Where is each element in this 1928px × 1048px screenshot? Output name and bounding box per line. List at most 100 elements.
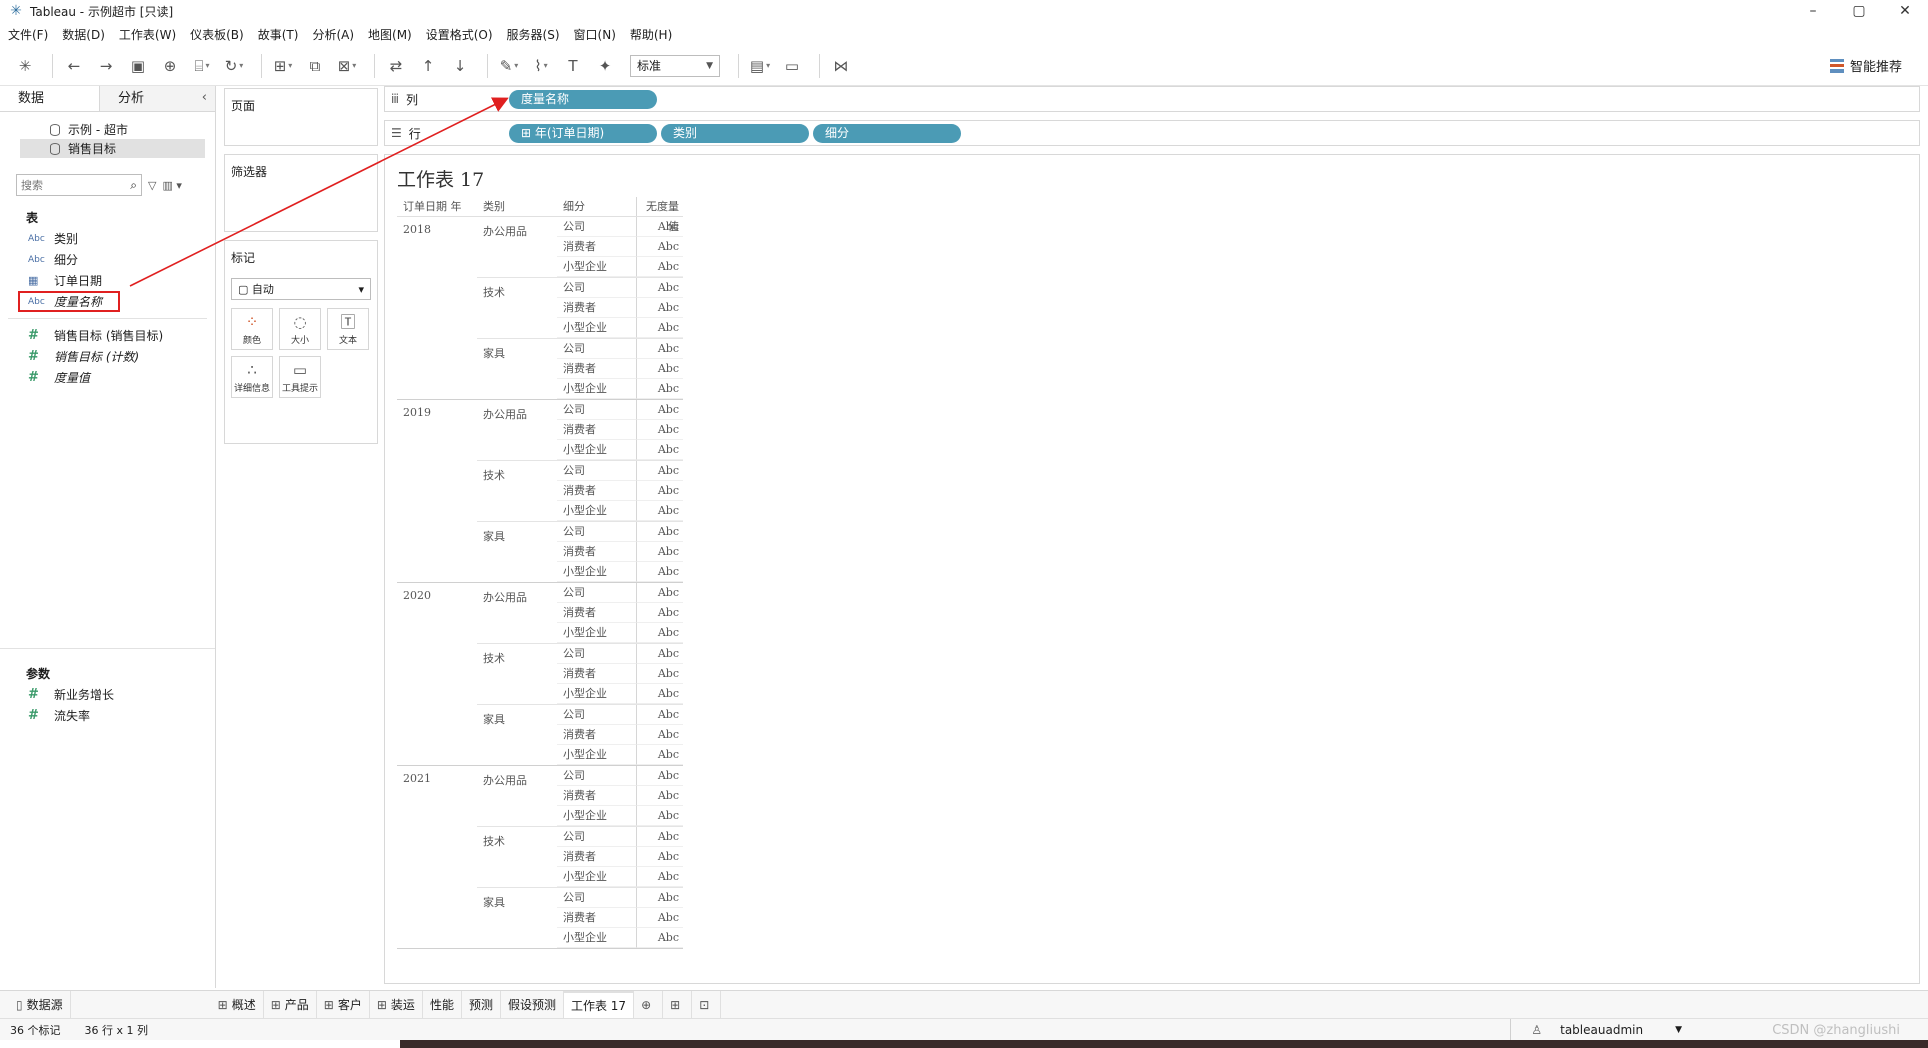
show-me-button[interactable]: 智能推荐 [1829,56,1902,75]
value-cell[interactable]: Abc [637,359,683,379]
field-search-box[interactable]: ⌕ [16,174,142,196]
table-row[interactable]: 消费者 Abc [557,908,683,928]
presentation-mode-icon[interactable]: ▭ [779,53,805,79]
table-row[interactable]: 公司 Abc [557,217,683,237]
table-row[interactable]: 消费者 Abc [557,847,683,867]
table-row[interactable]: 公司 Abc [557,888,683,908]
menu-format[interactable]: 设置格式(O) [426,26,493,43]
value-cell[interactable]: Abc [637,522,683,542]
segment-header[interactable]: 公司 [557,827,637,847]
menu-data[interactable]: 数据(D) [62,26,105,43]
field-measure-names[interactable]: Abc 度量名称 [18,291,120,312]
save-icon[interactable]: ▣ [125,53,151,79]
close-button[interactable]: ✕ [1882,0,1928,22]
segment-header[interactable]: 消费者 [557,725,637,745]
rows-shelf[interactable]: ☰ 行 ⊞ 年(订单日期) 类别 细分 [384,120,1920,146]
value-cell[interactable]: Abc [637,461,683,481]
segment-header[interactable]: 消费者 [557,786,637,806]
datasource-sales-target[interactable]: 销售目标 [20,139,205,158]
field-segment[interactable]: Abc 细分 [0,249,215,270]
table-row[interactable]: 小型企业 Abc [557,440,683,460]
color-button[interactable]: ⁘ 颜色 [231,308,273,350]
table-row[interactable]: 消费者 Abc [557,542,683,562]
table-row[interactable]: 消费者 Abc [557,725,683,745]
value-cell[interactable]: Abc [637,237,683,257]
tab-forecast[interactable]: 预测 [462,990,501,1019]
pill-year-order-date[interactable]: ⊞ 年(订单日期) [509,123,657,143]
segment-header[interactable]: 公司 [557,339,637,359]
size-button[interactable]: ◌ 大小 [279,308,321,350]
field-category[interactable]: Abc 类别 [0,228,215,249]
value-cell[interactable]: Abc [637,542,683,562]
tab-overview[interactable]: ⊞ 概述 [211,990,264,1019]
sort-descending-icon[interactable]: ↓ [447,53,473,79]
filter-icon[interactable]: ▽ [148,179,156,192]
search-input[interactable] [21,178,121,192]
segment-header[interactable]: 消费者 [557,542,637,562]
segment-header[interactable]: 小型企业 [557,806,637,826]
table-row[interactable]: 公司 Abc [557,644,683,664]
segment-header[interactable]: 小型企业 [557,562,637,582]
segment-header[interactable]: 消费者 [557,908,637,928]
table-row[interactable]: 消费者 Abc [557,603,683,623]
value-cell[interactable]: Abc [637,400,683,420]
pill-segment[interactable]: 细分 [813,123,961,143]
table-row[interactable]: 消费者 Abc [557,359,683,379]
tab-shipping[interactable]: ⊞ 装运 [370,990,423,1019]
tab-worksheet-17[interactable]: 工作表 17 [563,990,635,1019]
segment-header[interactable]: 消费者 [557,237,637,257]
category-header[interactable]: 办公用品 [477,583,557,643]
value-cell[interactable]: Abc [637,603,683,623]
segment-header[interactable]: 小型企业 [557,501,637,521]
table-row[interactable]: 小型企业 Abc [557,379,683,399]
segment-header[interactable]: 公司 [557,217,637,237]
segment-header[interactable]: 小型企业 [557,379,637,399]
field-sales-target[interactable]: # 销售目标 (销售目标) [0,325,215,346]
value-cell[interactable]: Abc [637,298,683,318]
segment-header[interactable]: 公司 [557,888,637,908]
value-cell[interactable]: Abc [637,928,683,948]
table-row[interactable]: 消费者 Abc [557,786,683,806]
value-cell[interactable]: Abc [637,339,683,359]
restore-button[interactable]: ▢ [1836,0,1882,22]
header-category[interactable]: 类别 [477,197,557,216]
table-row[interactable]: 消费者 Abc [557,420,683,440]
pages-card[interactable]: 页面 [224,88,378,146]
columns-shelf[interactable]: iii 列 度量名称 [384,86,1920,112]
table-row[interactable]: 小型企业 Abc [557,867,683,887]
value-cell[interactable]: Abc [637,217,683,237]
value-cell[interactable]: Abc [637,501,683,521]
menu-dashboard[interactable]: 仪表板(B) [190,26,244,43]
segment-header[interactable]: 小型企业 [557,867,637,887]
table-row[interactable]: 小型企业 Abc [557,623,683,643]
fix-axes-icon[interactable]: ✦ [592,53,618,79]
value-cell[interactable]: Abc [637,745,683,765]
segment-header[interactable]: 小型企业 [557,318,637,338]
tab-customers[interactable]: ⊞ 客户 [317,990,370,1019]
field-sales-target-count[interactable]: # 销售目标 (计数) [0,346,215,367]
tab-product[interactable]: ⊞ 产品 [264,990,317,1019]
filters-card[interactable]: 筛选器 [224,154,378,232]
mark-type-select[interactable]: ▢ 自动 ▾ [231,278,371,300]
table-row[interactable]: 公司 Abc [557,522,683,542]
segment-header[interactable]: 小型企业 [557,684,637,704]
value-cell[interactable]: Abc [637,420,683,440]
category-header[interactable]: 办公用品 [477,217,557,277]
tab-analytics[interactable]: 分析 [100,86,200,111]
segment-header[interactable]: 消费者 [557,359,637,379]
table-row[interactable]: 消费者 Abc [557,298,683,318]
table-row[interactable]: 小型企业 Abc [557,806,683,826]
show-labels-icon[interactable]: T [560,53,586,79]
value-cell[interactable]: Abc [637,481,683,501]
worksheet-canvas[interactable]: 工作表 17 订单日期 年 类别 细分 无度量值 2018 办公用品 公司 Abc 消费… [384,154,1920,984]
segment-header[interactable]: 消费者 [557,298,637,318]
menu-file[interactable]: 文件(F) [8,26,48,43]
segment-header[interactable]: 公司 [557,644,637,664]
value-cell[interactable]: Abc [637,786,683,806]
value-cell[interactable]: Abc [637,847,683,867]
segment-header[interactable]: 小型企业 [557,257,637,277]
sort-ascending-icon[interactable]: ↑ [415,53,441,79]
category-header[interactable]: 技术 [477,461,557,521]
header-order-date-year[interactable]: 订单日期 年 [397,197,477,216]
pause-updates-icon[interactable]: ⌸ [189,53,215,79]
